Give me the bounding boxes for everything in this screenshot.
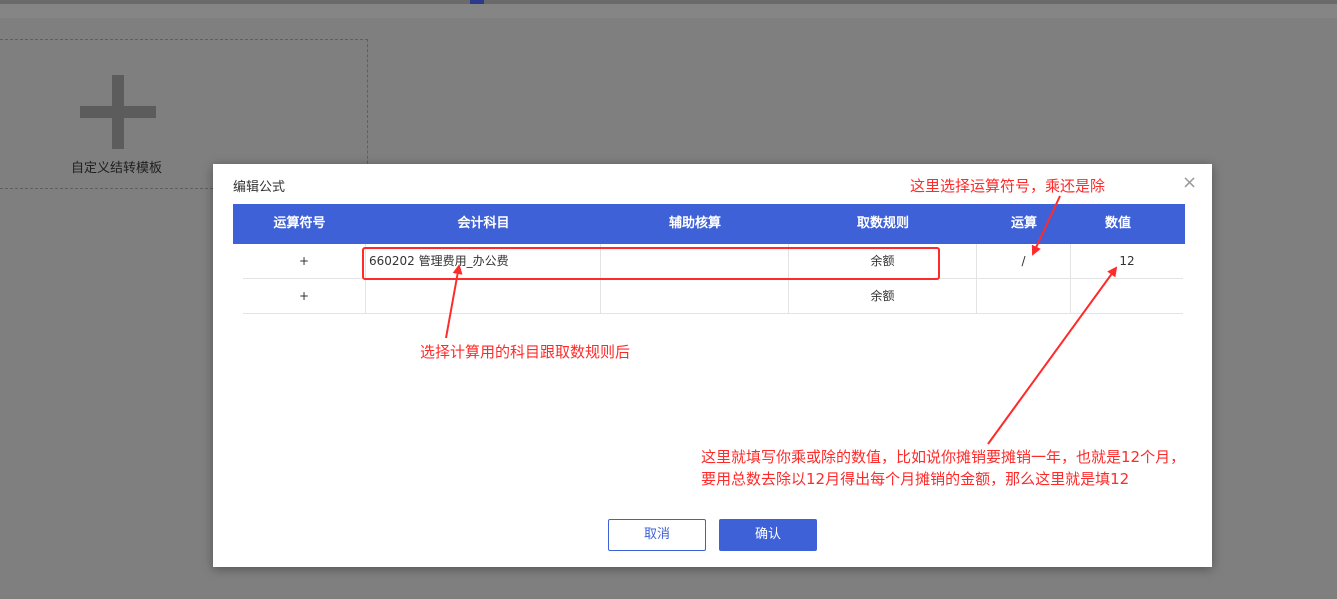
value-annotation-line1: 这里就填写你乘或除的数值，比如说你摊销要摊销一年，也就是12个月， bbox=[701, 448, 1186, 466]
close-icon[interactable]: × bbox=[1182, 172, 1197, 193]
plus-icon-bar bbox=[80, 106, 156, 118]
template-label: 自定义结转模板 bbox=[70, 161, 162, 176]
top-band bbox=[0, 4, 1337, 18]
header-operation: 运算 bbox=[1010, 216, 1037, 231]
header-aux: 辅助核算 bbox=[668, 216, 721, 231]
value-annotation-line2: 要用总数去除以12月得出每个月摊销的金额，那么这里就是填12 bbox=[701, 470, 1130, 488]
op-sign-cell[interactable]: + bbox=[243, 279, 366, 313]
value-annotation: 这里就填写你乘或除的数值，比如说你摊销要摊销一年，也就是12个月， 要用总数去除… bbox=[701, 446, 1185, 490]
operation-cell[interactable] bbox=[977, 279, 1071, 313]
account-cell[interactable] bbox=[366, 279, 601, 313]
account-annotation: 选择计算用的科目跟取数规则后 bbox=[420, 343, 631, 361]
op-sign-cell[interactable]: + bbox=[243, 244, 366, 278]
header-account: 会计科目 bbox=[457, 216, 510, 231]
value-cell[interactable] bbox=[1071, 279, 1183, 313]
dialog-title: 编辑公式 bbox=[233, 180, 286, 195]
header-rule: 取数规则 bbox=[856, 216, 909, 231]
operator-annotation: 这里选择运算符号，乘还是除 bbox=[910, 177, 1106, 195]
edit-formula-dialog: 编辑公式 × 运算符号 会计科目 辅助核算 取数规则 运算 数值 + 66020… bbox=[213, 164, 1212, 567]
highlight-box bbox=[362, 247, 940, 280]
confirm-button[interactable]: 确认 bbox=[719, 519, 817, 551]
header-value: 数值 bbox=[1104, 216, 1131, 231]
aux-cell[interactable] bbox=[601, 279, 789, 313]
table-row: + 余额 bbox=[243, 279, 1183, 314]
value-cell[interactable]: 12 bbox=[1071, 244, 1183, 278]
table-header: 运算符号 会计科目 辅助核算 取数规则 运算 数值 bbox=[233, 204, 1185, 244]
cancel-button[interactable]: 取消 bbox=[608, 519, 706, 551]
operation-cell[interactable]: / bbox=[977, 244, 1071, 278]
rule-cell[interactable]: 余额 bbox=[789, 279, 977, 313]
header-op-sign: 运算符号 bbox=[273, 216, 326, 231]
